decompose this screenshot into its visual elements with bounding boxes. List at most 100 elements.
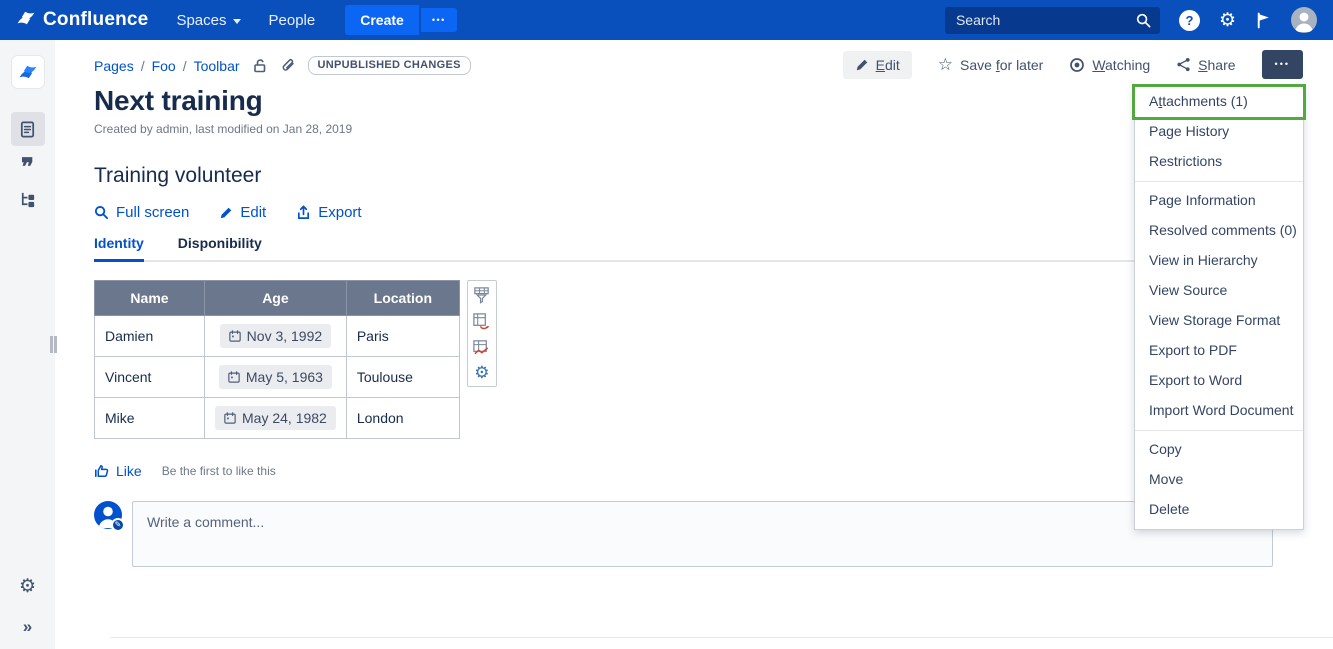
full-screen-button[interactable]: Full screen xyxy=(94,204,189,221)
macro-export-label: Export xyxy=(318,204,361,221)
sidebar-item-hierarchy[interactable] xyxy=(18,190,37,209)
more-actions-menu: Attachments (1) Page History Restriction… xyxy=(1134,85,1304,530)
macro-tabs: Identity Disponibility xyxy=(94,235,1273,262)
save-for-later-button[interactable]: ☆ Save for later xyxy=(938,56,1044,73)
brand-name: Confluence xyxy=(43,9,148,31)
chevron-down-icon xyxy=(233,19,241,24)
sidebar-item-pages[interactable] xyxy=(11,112,45,146)
pages-icon xyxy=(18,120,37,139)
confluence-mark-icon xyxy=(16,8,36,33)
date-pill[interactable]: May 5, 1963 xyxy=(219,365,332,389)
expand-sidebar-button[interactable]: » xyxy=(23,618,32,635)
macro-edit-button[interactable]: Edit xyxy=(219,204,266,221)
table-tools-panel: ⚙ xyxy=(467,280,497,387)
menu-item-view-in-hierarchy[interactable]: View in Hierarchy xyxy=(1135,246,1303,276)
more-actions-button[interactable]: ••• xyxy=(1262,50,1303,79)
comment-input[interactable] xyxy=(132,501,1273,567)
nav-people-label: People xyxy=(269,12,316,29)
breadcrumb-foo[interactable]: Foo xyxy=(152,58,176,74)
edit-label: Edit xyxy=(876,57,900,73)
macro-export-button[interactable]: Export xyxy=(296,204,361,221)
column-header-location[interactable]: Location xyxy=(346,281,459,316)
unlocked-icon[interactable] xyxy=(252,58,268,74)
confluence-logo[interactable]: Confluence xyxy=(16,8,148,33)
user-avatar[interactable] xyxy=(1291,7,1317,33)
like-hint-text: Be the first to like this xyxy=(162,464,276,478)
space-logo[interactable] xyxy=(12,56,44,88)
tab-disponibility[interactable]: Disponibility xyxy=(178,235,262,260)
announcements-flag-icon[interactable] xyxy=(1255,12,1272,29)
menu-item-view-source[interactable]: View Source xyxy=(1135,276,1303,306)
create-more-button[interactable]: ••• xyxy=(421,8,457,32)
thumbs-up-icon xyxy=(94,463,110,479)
watching-button[interactable]: Watching xyxy=(1069,57,1150,73)
breadcrumb-toolbar[interactable]: Toolbar xyxy=(194,58,240,74)
nav-spaces-label: Spaces xyxy=(176,12,226,29)
cell-location: London xyxy=(346,398,459,439)
like-button[interactable]: Like xyxy=(94,463,142,479)
column-header-age[interactable]: Age xyxy=(205,281,347,316)
menu-item-move[interactable]: Move xyxy=(1135,465,1303,495)
watching-label: Watching xyxy=(1092,57,1150,73)
menu-item-resolved-comments[interactable]: Resolved comments (0) xyxy=(1135,216,1303,246)
menu-item-restrictions[interactable]: Restrictions xyxy=(1135,147,1303,177)
menu-item-delete[interactable]: Delete xyxy=(1135,495,1303,525)
breadcrumb-separator: / xyxy=(183,58,187,74)
table-chart-icon[interactable] xyxy=(472,338,491,357)
menu-item-import-word-document[interactable]: Import Word Document xyxy=(1135,396,1303,426)
menu-item-copy[interactable]: Copy xyxy=(1135,435,1303,465)
unpublished-changes-badge: UNPUBLISHED CHANGES xyxy=(308,56,471,75)
date-pill[interactable]: Nov 3, 1992 xyxy=(220,324,332,348)
breadcrumb-pages[interactable]: Pages xyxy=(94,58,134,74)
space-settings-gear-icon[interactable]: ⚙ xyxy=(19,577,36,596)
table-header-row: Name Age Location xyxy=(95,281,460,316)
cell-age: Nov 3, 1992 xyxy=(205,316,347,357)
cell-age: May 24, 1982 xyxy=(205,398,347,439)
footer-divider xyxy=(110,637,1333,638)
cell-name: Mike xyxy=(95,398,205,439)
search-input[interactable] xyxy=(945,7,1160,34)
star-icon: ☆ xyxy=(938,56,953,73)
nav-people[interactable]: People xyxy=(255,12,330,29)
sidebar-item-blog[interactable]: ❞ xyxy=(21,161,34,175)
menu-item-page-history[interactable]: Page History xyxy=(1135,117,1303,147)
table-row: Mike May 24, 1982 London xyxy=(95,398,460,439)
menu-item-export-to-word[interactable]: Export to Word xyxy=(1135,366,1303,396)
quote-icon: ❞ xyxy=(21,161,34,175)
calendar-icon xyxy=(228,371,240,383)
column-header-name[interactable]: Name xyxy=(95,281,205,316)
create-button[interactable]: Create xyxy=(345,5,419,35)
export-icon xyxy=(296,205,311,220)
calendar-icon xyxy=(224,412,236,424)
table-filter-icon[interactable] xyxy=(472,286,491,305)
date-pill-label: Nov 3, 1992 xyxy=(247,328,323,344)
attachment-paperclip-icon[interactable] xyxy=(280,58,296,74)
menu-item-export-to-pdf[interactable]: Export to PDF xyxy=(1135,336,1303,366)
menu-item-view-storage-format[interactable]: View Storage Format xyxy=(1135,306,1303,336)
pivot-table-icon[interactable] xyxy=(472,312,491,331)
admin-gear-icon[interactable]: ⚙ xyxy=(1219,11,1236,30)
sidebar-resize-grip[interactable] xyxy=(50,336,57,353)
table-settings-gear-icon[interactable]: ⚙ xyxy=(474,364,489,381)
nav-spaces[interactable]: Spaces xyxy=(162,12,254,29)
menu-item-page-information[interactable]: Page Information xyxy=(1135,186,1303,216)
volunteer-table: Name Age Location Damien Nov 3, 1992 xyxy=(94,280,460,439)
table-row: Vincent May 5, 1963 Toulouse xyxy=(95,357,460,398)
help-icon[interactable]: ? xyxy=(1179,10,1200,31)
pencil-icon xyxy=(219,206,233,220)
menu-item-attachments[interactable]: Attachments (1) xyxy=(1135,87,1303,117)
calendar-icon xyxy=(229,330,241,342)
comment-avatar: ✎ xyxy=(94,501,122,529)
search-icon[interactable] xyxy=(1136,13,1151,33)
date-pill-label: May 5, 1963 xyxy=(246,369,323,385)
cell-name: Vincent xyxy=(95,357,205,398)
eye-icon xyxy=(1069,57,1085,73)
full-screen-label: Full screen xyxy=(116,204,189,221)
cell-age: May 5, 1963 xyxy=(205,357,347,398)
share-button[interactable]: Share xyxy=(1176,57,1235,73)
confluence-page: Confluence Spaces People Create ••• ? ⚙ xyxy=(0,0,1333,649)
edit-button[interactable]: Edit xyxy=(843,51,912,79)
date-pill[interactable]: May 24, 1982 xyxy=(215,406,336,430)
tab-identity[interactable]: Identity xyxy=(94,235,144,262)
tree-icon xyxy=(18,190,37,209)
